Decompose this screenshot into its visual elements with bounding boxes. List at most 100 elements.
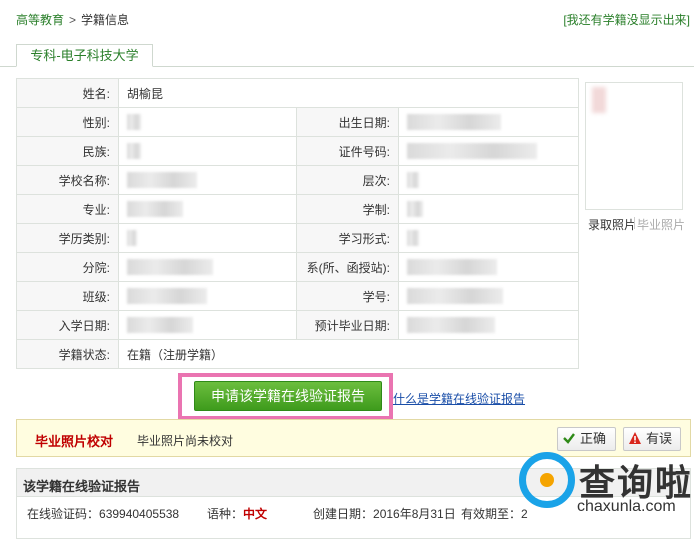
redacted-value bbox=[127, 172, 197, 188]
field-label: 学习形式: bbox=[296, 223, 399, 253]
field-label: 姓名: bbox=[16, 78, 119, 108]
redacted-value bbox=[127, 317, 193, 333]
field-label: 出生日期: bbox=[296, 107, 399, 137]
redacted-value bbox=[407, 317, 495, 333]
field-value bbox=[118, 165, 297, 195]
info-row: 性别: 出生日期: bbox=[16, 107, 579, 137]
redacted-value bbox=[127, 259, 213, 275]
field-value bbox=[118, 194, 297, 224]
field-label: 学历类别: bbox=[16, 223, 119, 253]
field-value bbox=[398, 165, 579, 195]
report-code: 在线验证码：639940405538 bbox=[27, 505, 179, 522]
top-bar: 高等教育 > 学籍信息 [我还有学籍没显示出来] bbox=[0, 0, 694, 36]
info-row: 入学日期: 预计毕业日期: bbox=[16, 310, 579, 340]
field-label: 学号: bbox=[296, 281, 399, 311]
field-label: 学校名称: bbox=[16, 165, 119, 195]
field-label: 性别: bbox=[16, 107, 119, 137]
report-valid: 有效期至：2 bbox=[461, 505, 528, 522]
field-value bbox=[398, 136, 579, 166]
field-label: 预计毕业日期: bbox=[296, 310, 399, 340]
report-created: 创建日期：2016年8月31日 bbox=[313, 505, 456, 522]
correct-label: 正确 bbox=[580, 431, 607, 446]
lang-label: 语种： bbox=[207, 507, 244, 521]
enroll-photo-tab[interactable]: 录取照片 bbox=[588, 216, 636, 233]
field-value bbox=[398, 107, 579, 137]
field-value bbox=[118, 310, 297, 340]
field-value: 在籍（注册学籍） bbox=[118, 339, 579, 369]
field-value bbox=[118, 252, 297, 282]
report-title: 该学籍在线验证报告 bbox=[23, 479, 141, 494]
field-value bbox=[118, 281, 297, 311]
info-row: 分院: 系(所、函授站): bbox=[16, 252, 579, 282]
page: 高等教育 > 学籍信息 [我还有学籍没显示出来] 专科-电子科技大学 姓名: 胡榆昆性… bbox=[0, 0, 694, 539]
what-is-report-link[interactable]: 什么是学籍在线验证报告 bbox=[393, 390, 525, 407]
info-row: 学历类别: 学习形式: bbox=[16, 223, 579, 253]
tab-college-record[interactable]: 专科-电子科技大学 bbox=[16, 44, 153, 67]
redacted-value bbox=[407, 288, 503, 304]
field-value bbox=[118, 223, 297, 253]
photo-tabs: 录取照片 毕业照片 bbox=[585, 213, 685, 233]
correct-button[interactable]: 正确 bbox=[557, 427, 616, 451]
info-row: 民族: 证件号码: bbox=[16, 136, 579, 166]
field-label: 系(所、函授站): bbox=[296, 252, 399, 282]
info-row: 姓名: 胡榆昆 bbox=[16, 78, 579, 108]
redacted-value bbox=[127, 288, 207, 304]
breadcrumb-home-link[interactable]: 高等教育 bbox=[16, 13, 64, 27]
redacted-value bbox=[127, 143, 141, 159]
warning-icon bbox=[629, 432, 641, 444]
watermark-q-icon bbox=[519, 452, 575, 508]
redacted-value bbox=[127, 114, 141, 130]
lang-value: 中文 bbox=[243, 507, 268, 521]
photo-check-title: 毕业照片校对 bbox=[35, 434, 114, 449]
redacted-value bbox=[407, 172, 419, 188]
field-label: 班级: bbox=[16, 281, 119, 311]
photo-tab-divider bbox=[634, 217, 635, 229]
field-label: 学籍状态: bbox=[16, 339, 119, 369]
code-value: 639940405538 bbox=[99, 507, 180, 521]
field-value bbox=[118, 136, 297, 166]
breadcrumb-current: 学籍信息 bbox=[81, 13, 130, 27]
valid-label: 有效期至： bbox=[461, 507, 522, 521]
field-value bbox=[118, 107, 297, 137]
report-language: 语种：中文 bbox=[207, 505, 267, 522]
field-value: 胡榆昆 bbox=[118, 78, 579, 108]
redacted-value bbox=[407, 201, 423, 217]
field-label: 专业: bbox=[16, 194, 119, 224]
breadcrumb-separator: > bbox=[69, 13, 77, 27]
redacted-value bbox=[127, 201, 183, 217]
apply-report-button[interactable]: 申请该学籍在线验证报告 bbox=[194, 381, 382, 411]
created-value: 2016年8月31日 bbox=[373, 507, 456, 521]
watermark-en: chaxunla.com bbox=[577, 498, 676, 515]
info-row: 班级: 学号: bbox=[16, 281, 579, 311]
code-label: 在线验证码： bbox=[27, 507, 100, 521]
wrong-button[interactable]: 有误 bbox=[623, 427, 681, 451]
redacted-value bbox=[407, 259, 497, 275]
student-info-table: 姓名: 胡榆昆 性别: 出生日期: 民族: 证件号码: 学校名称: 层次: 专业: 学制: 学历类别… bbox=[16, 78, 579, 369]
field-value bbox=[398, 223, 579, 253]
check-icon bbox=[563, 433, 575, 444]
field-label: 民族: bbox=[16, 136, 119, 166]
breadcrumb: 高等教育 > 学籍信息 bbox=[16, 11, 129, 28]
created-label: 创建日期： bbox=[313, 507, 374, 521]
info-row: 专业: 学制: bbox=[16, 194, 579, 224]
redacted-value bbox=[407, 143, 537, 159]
graduate-photo-tab[interactable]: 毕业照片 bbox=[637, 216, 685, 233]
redacted-value bbox=[407, 230, 419, 246]
field-value bbox=[398, 310, 579, 340]
watermark-logo: 查询啦 chaxunla.com bbox=[519, 452, 694, 522]
field-value bbox=[398, 252, 579, 282]
field-label: 分院: bbox=[16, 252, 119, 282]
field-label: 层次: bbox=[296, 165, 399, 195]
redacted-value bbox=[127, 230, 137, 246]
photo-check-status: 毕业照片尚未校对 bbox=[137, 434, 234, 448]
field-value bbox=[398, 194, 579, 224]
photo-image bbox=[592, 87, 606, 113]
student-photo bbox=[585, 82, 683, 210]
info-row: 学籍状态: 在籍（注册学籍） bbox=[16, 339, 579, 369]
wrong-label: 有误 bbox=[646, 431, 673, 446]
field-label: 学制: bbox=[296, 194, 399, 224]
field-value bbox=[398, 281, 579, 311]
redacted-value bbox=[407, 114, 501, 130]
more-records-link[interactable]: [我还有学籍没显示出来] bbox=[563, 11, 690, 28]
field-label: 证件号码: bbox=[296, 136, 399, 166]
